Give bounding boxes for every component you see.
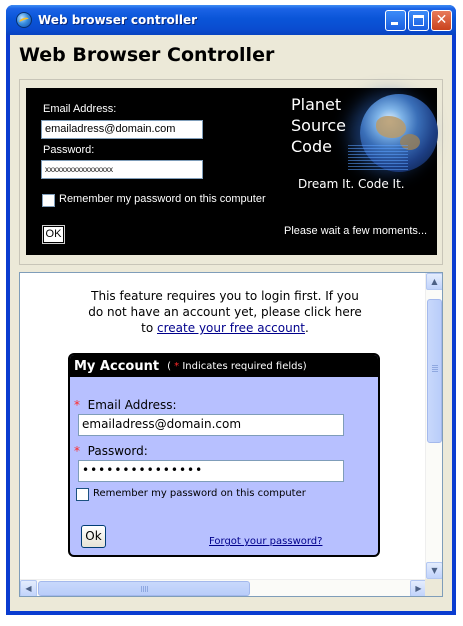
- horizontal-scrollbar[interactable]: ◀ ▶: [20, 579, 427, 596]
- logo-tagline: Dream It. Code It.: [298, 177, 405, 191]
- maximize-icon: [413, 14, 424, 26]
- scrollbar-corner: [425, 579, 442, 596]
- vertical-scrollbar[interactable]: ▲ ▼: [425, 273, 442, 579]
- close-button[interactable]: ✕: [431, 9, 452, 31]
- minimize-button[interactable]: [385, 9, 406, 31]
- forgot-password-link[interactable]: Forgot your password?: [209, 536, 322, 547]
- required-note: ( * Indicates required fields): [167, 361, 307, 372]
- intro-line-1: This feature requires you to login first…: [91, 289, 359, 303]
- required-note-text: Indicates required fields): [179, 360, 307, 372]
- account-password-label-text: Password:: [87, 444, 148, 458]
- account-password-field[interactable]: •••••••••••••••: [78, 460, 344, 482]
- window-client-area: Web Browser Controller Email Address: em…: [10, 35, 452, 611]
- create-account-link[interactable]: create your free account: [157, 321, 305, 335]
- password-label: Password:: [43, 144, 95, 156]
- window-title: Web browser controller: [38, 13, 198, 27]
- browser-globe-icon: [16, 12, 32, 28]
- password-required-star: *: [74, 444, 80, 458]
- intro-line-3-prefix: to: [141, 321, 158, 335]
- email-field[interactable]: emailadress@domain.com: [41, 120, 203, 139]
- title-bar[interactable]: Web browser controller ✕: [6, 5, 456, 35]
- my-account-box: My Account ( * Indicates required fields…: [68, 353, 380, 557]
- login-panel: Email Address: emailadress@domain.com Pa…: [26, 88, 438, 255]
- login-required-message: This feature requires you to login first…: [50, 288, 400, 336]
- account-password-label: * Password:: [74, 444, 148, 458]
- account-email-field[interactable]: emailadress@domain.com: [78, 414, 344, 436]
- remember-label: Remember my password on this computer: [59, 193, 266, 205]
- vertical-scroll-thumb[interactable]: [427, 299, 442, 443]
- account-email-label: * Email Address:: [74, 398, 177, 412]
- password-field[interactable]: xxxxxxxxxxxxxxxxx: [41, 160, 203, 179]
- email-label: Email Address:: [43, 103, 117, 115]
- app-window: Web browser controller ✕ Web Browser Con…: [6, 5, 456, 615]
- maximize-button[interactable]: [408, 9, 429, 31]
- login-group-box: Email Address: emailadress@domain.com Pa…: [19, 79, 443, 265]
- account-title: My Account: [74, 358, 160, 374]
- close-icon: ✕: [435, 12, 448, 28]
- scroll-left-icon[interactable]: ◀: [20, 580, 37, 596]
- scroll-up-icon[interactable]: ▲: [426, 273, 442, 290]
- logo-line-code: Code: [291, 137, 332, 156]
- status-text: Please wait a few moments...: [284, 225, 428, 237]
- page-title: Web Browser Controller: [19, 44, 275, 66]
- account-remember-checkbox[interactable]: [76, 488, 89, 501]
- horizontal-scroll-thumb[interactable]: [38, 581, 250, 596]
- remember-checkbox[interactable]: [42, 194, 55, 207]
- ok-button[interactable]: OK: [42, 225, 65, 244]
- scroll-down-icon[interactable]: ▼: [426, 562, 442, 579]
- intro-line-2: do not have an account yet, please click…: [88, 305, 362, 319]
- email-required-star: *: [74, 398, 80, 412]
- code-streaks-decoration: [348, 144, 408, 170]
- logo-line-planet: Planet: [291, 95, 342, 114]
- account-email-label-text: Email Address:: [87, 398, 177, 412]
- intro-period: .: [305, 321, 309, 335]
- web-browser-control[interactable]: This feature requires you to login first…: [19, 272, 443, 597]
- logo-line-source: Source: [291, 116, 346, 135]
- account-remember-label: Remember my password on this computer: [93, 488, 306, 499]
- minimize-icon: [391, 21, 398, 25]
- account-header: My Account ( * Indicates required fields…: [70, 355, 378, 377]
- account-ok-button[interactable]: Ok: [81, 525, 106, 548]
